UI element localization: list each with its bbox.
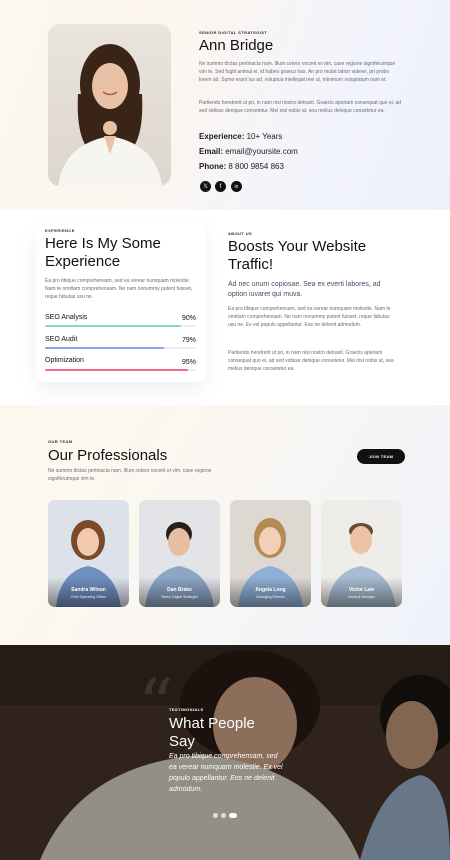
experience-line: Experience: 10+ Years bbox=[199, 132, 282, 141]
skill-label: Optimization bbox=[45, 357, 84, 364]
team-member-card[interactable]: Sandra Wilson Chief Operating Officer bbox=[48, 500, 129, 607]
join-team-button[interactable]: JOIN TEAM bbox=[357, 449, 405, 464]
facebook-icon[interactable]: f bbox=[215, 181, 226, 192]
team-eyebrow: OUR TEAM bbox=[48, 439, 73, 444]
about-lead: Ad nec unum copiosae. Sea ex everti labo… bbox=[228, 281, 381, 298]
about-eyebrow: ABOUT US bbox=[228, 231, 253, 236]
portrait-image bbox=[48, 24, 171, 186]
linkedin-icon[interactable]: in bbox=[231, 181, 242, 192]
hero-bio-2: Partiendo hendrerit ut pri, in nam nisl … bbox=[199, 100, 402, 114]
hero-name: Ann Bridge bbox=[199, 37, 274, 54]
skill-bar-fill bbox=[45, 369, 189, 371]
experience-eyebrow: EXPERIENCE bbox=[45, 228, 75, 233]
slider-dot[interactable] bbox=[213, 813, 218, 818]
member-role: Managing Director bbox=[256, 595, 285, 599]
skill-label: SEO Audit bbox=[45, 336, 78, 343]
experience-text: Ea pro tibique comprehensam, sed ea vere… bbox=[45, 278, 193, 300]
member-name: Victor Law bbox=[348, 587, 375, 593]
email-label: Email: bbox=[199, 147, 224, 156]
email-line: Email: email@yoursite.com bbox=[199, 147, 298, 156]
email-link[interactable]: email@yoursite.com bbox=[225, 147, 298, 156]
skill-value: 90% bbox=[181, 315, 196, 322]
phone-link[interactable]: 8 800 9854 863 bbox=[228, 162, 284, 171]
skill-bar-track bbox=[45, 369, 196, 371]
about-para-2: Partiendo hendrerit ut pri, in nam nisl … bbox=[228, 350, 394, 372]
testimonials-eyebrow: TESTIMONIALS bbox=[169, 707, 204, 712]
member-role: Chief Operating Officer bbox=[70, 595, 107, 599]
skill-bar-fill bbox=[45, 347, 165, 349]
hero-bio-1: Ne summo dictas pertinacia nam. Illum ce… bbox=[199, 61, 396, 83]
x-twitter-icon[interactable]: 𝕏 bbox=[200, 181, 211, 192]
skill-value: 79% bbox=[181, 337, 196, 344]
member-role: Senior Digital Strategist bbox=[161, 595, 198, 599]
team-member-card[interactable]: Victor Law General Manager bbox=[321, 500, 402, 607]
hero-eyebrow: SENIOR DIGITAL STRATEGIST bbox=[199, 30, 268, 35]
experience-title: Here Is My Some Experience bbox=[45, 235, 161, 270]
about-para-1: Ea pro tibique comprehensam, sed ea vere… bbox=[228, 306, 391, 328]
testimonial-quote: Ea pro tibique comprehensam, sed ea vere… bbox=[169, 753, 283, 793]
experience-label: Experience: bbox=[199, 132, 245, 141]
skill-bar-track bbox=[45, 347, 196, 349]
skill-value: 95% bbox=[181, 359, 196, 366]
phone-label: Phone: bbox=[199, 162, 227, 171]
member-role: General Manager bbox=[347, 595, 376, 599]
experience-value: 10+ Years bbox=[246, 132, 283, 141]
skill-label: SEO Analysis bbox=[45, 314, 88, 321]
team-title: Our Professionals bbox=[48, 447, 168, 464]
member-name: Angela Long bbox=[255, 587, 286, 593]
slider-dot[interactable] bbox=[221, 813, 226, 818]
slider-dot-active[interactable] bbox=[229, 813, 237, 818]
member-name: Sandra Wilson bbox=[71, 587, 106, 593]
team-member-card[interactable]: Dan Brake Senior Digital Strategist bbox=[139, 500, 220, 607]
team-text: Ne summo dictas pertinacia nam. Illum ce… bbox=[48, 468, 212, 482]
team-member-card[interactable]: Angela Long Managing Director bbox=[230, 500, 311, 607]
testimonials-title: What People Say bbox=[169, 715, 255, 750]
member-name: Dan Brake bbox=[167, 587, 192, 593]
about-title: Boosts Your Website Traffic! bbox=[228, 238, 367, 273]
skill-bar-fill bbox=[45, 325, 181, 327]
skill-bar-track bbox=[45, 325, 196, 327]
phone-line: Phone: 8 800 9854 863 bbox=[199, 162, 284, 171]
